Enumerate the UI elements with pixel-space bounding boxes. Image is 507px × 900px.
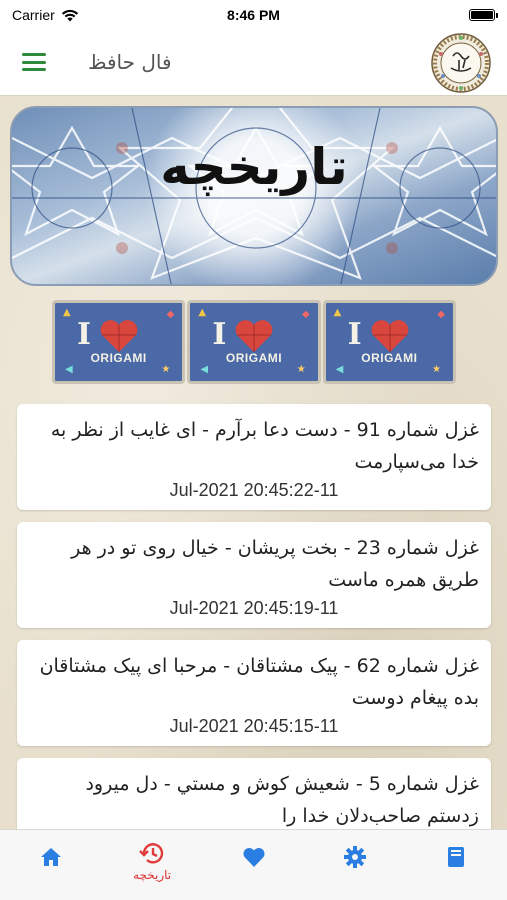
origami-banner-row: I ORIGAMI ▲ ◆ ◀ ★ I ORIGAMI ▲ ◆ ◀ ★ I OR… <box>52 300 456 384</box>
bird-deco-icon: ▲ <box>333 307 342 318</box>
history-icon <box>139 843 164 864</box>
tab-home[interactable] <box>0 830 101 900</box>
tab-book[interactable] <box>406 830 507 900</box>
fish-deco-icon: ◀ <box>200 364 209 375</box>
history-item[interactable]: غزل شماره 5 - شعیش کوش و مستي - دل میرود… <box>17 758 491 829</box>
bird-deco-icon: ◆ <box>166 309 175 320</box>
book-icon <box>448 847 465 867</box>
status-left: Carrier <box>12 7 79 23</box>
star-deco-icon: ★ <box>432 364 441 375</box>
bird-deco-icon: ▲ <box>63 307 71 318</box>
banner-title: تاریخچه <box>160 138 348 196</box>
gear-icon <box>343 846 366 868</box>
heart-origami-icon <box>100 320 138 352</box>
tab-settings[interactable] <box>304 830 405 900</box>
history-item[interactable]: غزل شماره 62 - پیک مشتاقان - مرحبا ای پی… <box>17 640 491 746</box>
app-logo <box>431 33 491 93</box>
origami-tile: I ORIGAMI ▲ ◆ ◀ ★ <box>52 300 186 384</box>
heart-icon <box>243 847 265 867</box>
carrier-label: Carrier <box>12 7 55 23</box>
origami-letter: I <box>347 317 362 352</box>
status-bar: Carrier 8:46 PM <box>0 0 507 30</box>
origami-word: ORIGAMI <box>90 351 147 365</box>
nav-title: فال حافظ <box>88 50 172 74</box>
origami-tile: I ORIGAMI ▲ ◆ ◀ ★ <box>322 300 456 384</box>
battery-icon <box>469 9 498 21</box>
tab-history-label: تاریخچه <box>133 868 172 882</box>
bird-deco-icon: ◆ <box>301 309 310 320</box>
bird-deco-icon: ▲ <box>198 307 207 318</box>
tab-favorites[interactable] <box>203 830 304 900</box>
history-item-date: Jul-2021 20:45:22-11 <box>169 480 339 500</box>
nav-bar: فال حافظ <box>0 30 507 96</box>
heart-origami-icon <box>235 320 273 352</box>
islamic-pattern <box>12 108 496 284</box>
origami-word: ORIGAMI <box>225 351 283 365</box>
fish-deco-icon: ◀ <box>335 364 344 375</box>
history-item[interactable]: غزل شماره 91 - دست دعا برآرم - ای غایب ا… <box>17 404 491 510</box>
hamburger-menu-icon[interactable] <box>22 52 46 72</box>
history-item[interactable]: غزل شماره 23 - بخت پریشان - خیال روی تو … <box>17 522 491 628</box>
history-item-title: غزل شماره 62 - پیک مشتاقان - مرحبا ای پی… <box>39 655 479 709</box>
history-item-title: غزل شماره 5 - شعیش کوش و مستي - دل میرود… <box>85 773 479 827</box>
bird-deco-icon: ◆ <box>437 309 445 320</box>
origami-tile: I ORIGAMI ▲ ◆ ◀ ★ <box>187 300 321 384</box>
star-deco-icon: ★ <box>296 364 306 375</box>
history-banner: تاریخچه <box>10 106 498 286</box>
origami-letter: I <box>77 317 92 352</box>
content-area[interactable]: تاریخچه I ORIGAMI ▲ ◆ ◀ ★ I ORIGAMI ▲ ◆ … <box>0 96 507 829</box>
fish-deco-icon: ◀ <box>65 364 73 375</box>
heart-origami-icon <box>371 320 409 352</box>
history-item-title: غزل شماره 91 - دست دعا برآرم - ای غایب ا… <box>50 419 479 473</box>
history-item-date: Jul-2021 20:45:15-11 <box>169 716 339 736</box>
origami-word: ORIGAMI <box>361 351 418 365</box>
history-item-date: Jul-2021 20:45:19-11 <box>169 598 339 618</box>
history-item-title: غزل شماره 23 - بخت پریشان - خیال روی تو … <box>71 537 479 591</box>
star-deco-icon: ★ <box>161 364 171 375</box>
tab-history[interactable]: تاریخچه <box>101 830 202 900</box>
tab-bar: تاریخچه <box>0 829 507 900</box>
wifi-icon <box>61 9 78 21</box>
home-icon <box>40 848 61 866</box>
origami-letter: I <box>212 317 227 352</box>
